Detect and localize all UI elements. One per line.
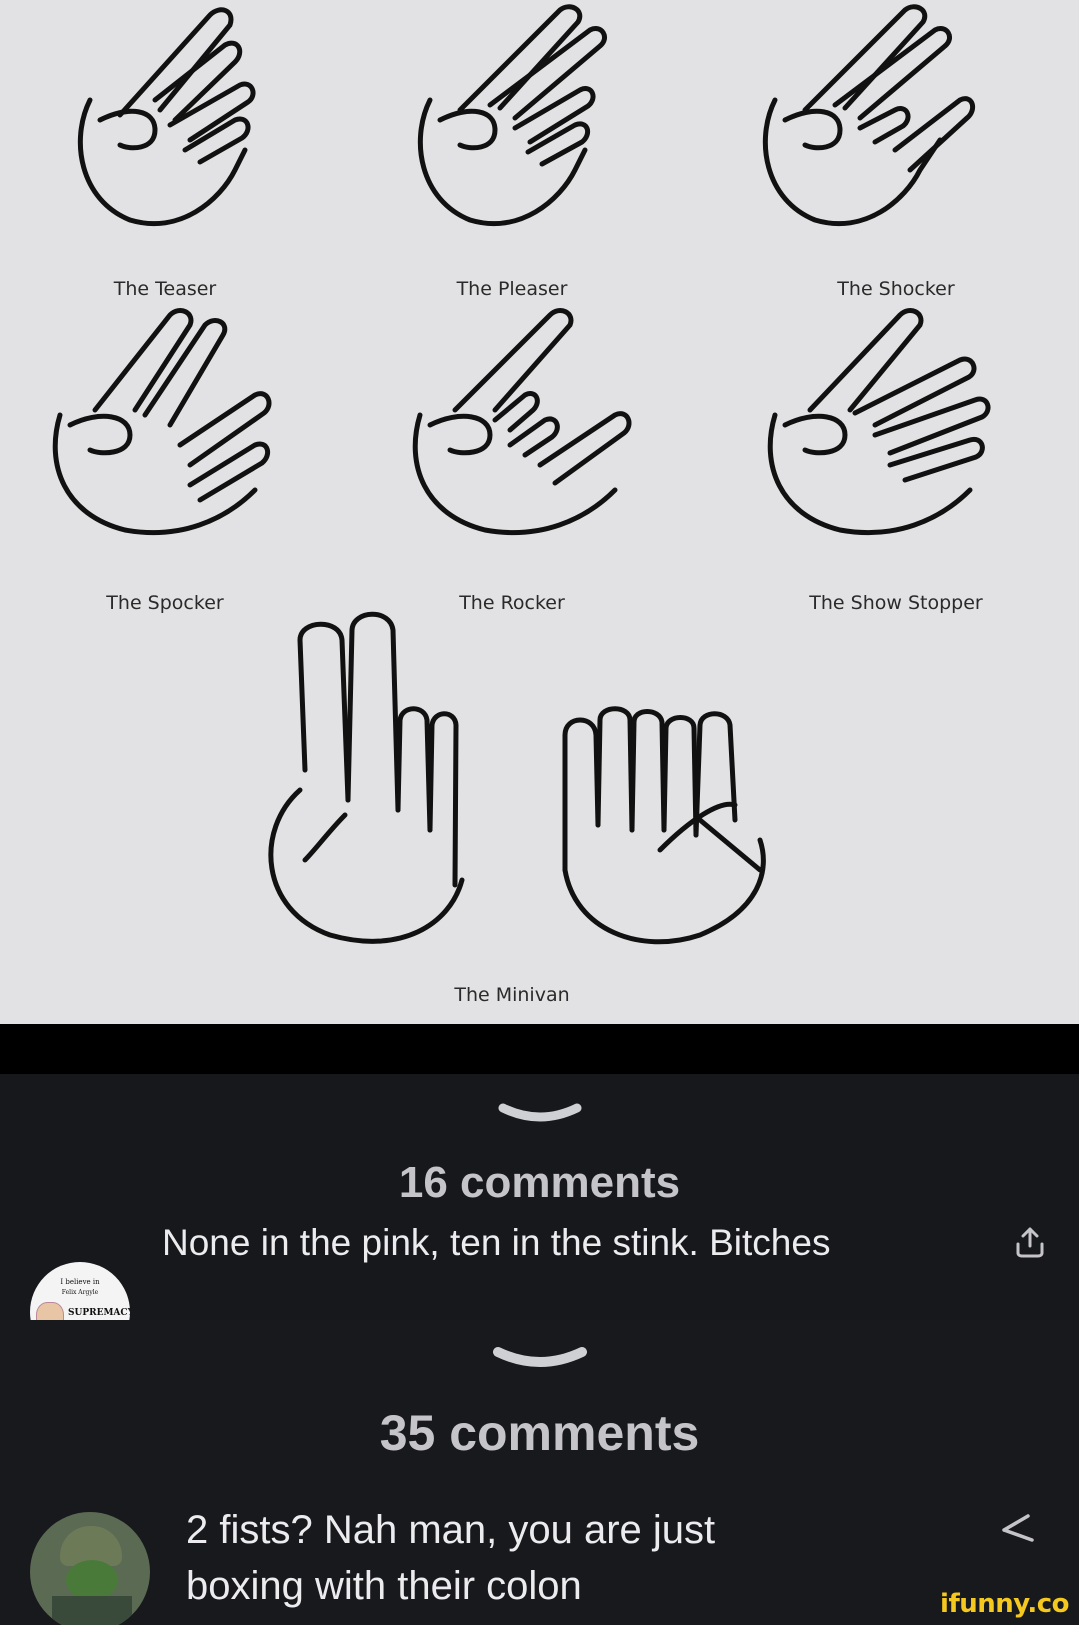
hand-gestures-illustration [52,4,991,945]
minivan-right-hand-icon [562,706,766,945]
show-stopper-hand-icon [767,308,991,536]
avatar-body-icon [52,1596,132,1625]
minivan-left-hand-icon [268,611,465,944]
pleaser-hand-icon [417,4,607,227]
spocker-hand-icon [52,308,272,536]
avatar-badge-line3: SUPREMACY [68,1308,130,1318]
share-icon[interactable] [1012,1224,1048,1260]
avatar[interactable] [30,1512,150,1625]
avatar-character-icon [36,1302,64,1320]
black-separator [0,1024,1079,1074]
share-icon[interactable] [998,1508,1038,1548]
comments-panel-2: 35 comments 2 fists? Nah man, you are ju… [0,1320,1079,1625]
comment-line-2: boxing with their colon [186,1564,582,1608]
meme-image: The Teaser The Pleaser The Shocker The S… [0,0,1079,1024]
label-minivan: The Minivan [454,984,570,1006]
chevron-down-icon[interactable] [490,1342,590,1378]
comment-line-1: 2 fists? Nah man, you are just [186,1508,716,1552]
comment-text: 2 fists? Nah man, you are just boxing wi… [186,1502,715,1614]
label-shocker: The Shocker [837,278,955,300]
label-pleaser: The Pleaser [456,278,568,300]
comments-panel-1: 16 comments I believe in Felix Argyle SU… [0,1074,1079,1320]
rocker-hand-icon [412,308,632,536]
comment-count[interactable]: 35 comments [0,1404,1079,1462]
comment-text: None in the pink, ten in the stink. Bitc… [162,1222,831,1263]
avatar-badge-line1: I believe in [60,1278,100,1286]
label-teaser: The Teaser [113,278,217,300]
avatar-badge-line2: Felix Argyle [61,1289,99,1296]
label-show-stopper: The Show Stopper [809,592,983,614]
avatar[interactable]: I believe in Felix Argyle SUPREMACY [30,1262,130,1320]
shocker-hand-icon [762,4,976,227]
teaser-hand-icon [77,7,256,227]
label-spocker: The Spocker [106,592,224,614]
label-rocker: The Rocker [459,592,565,614]
chevron-down-icon[interactable] [495,1098,585,1132]
avatar-frog-face-icon [66,1560,118,1600]
comment-count[interactable]: 16 comments [0,1158,1079,1208]
watermark: ifunny.co [940,1589,1069,1619]
